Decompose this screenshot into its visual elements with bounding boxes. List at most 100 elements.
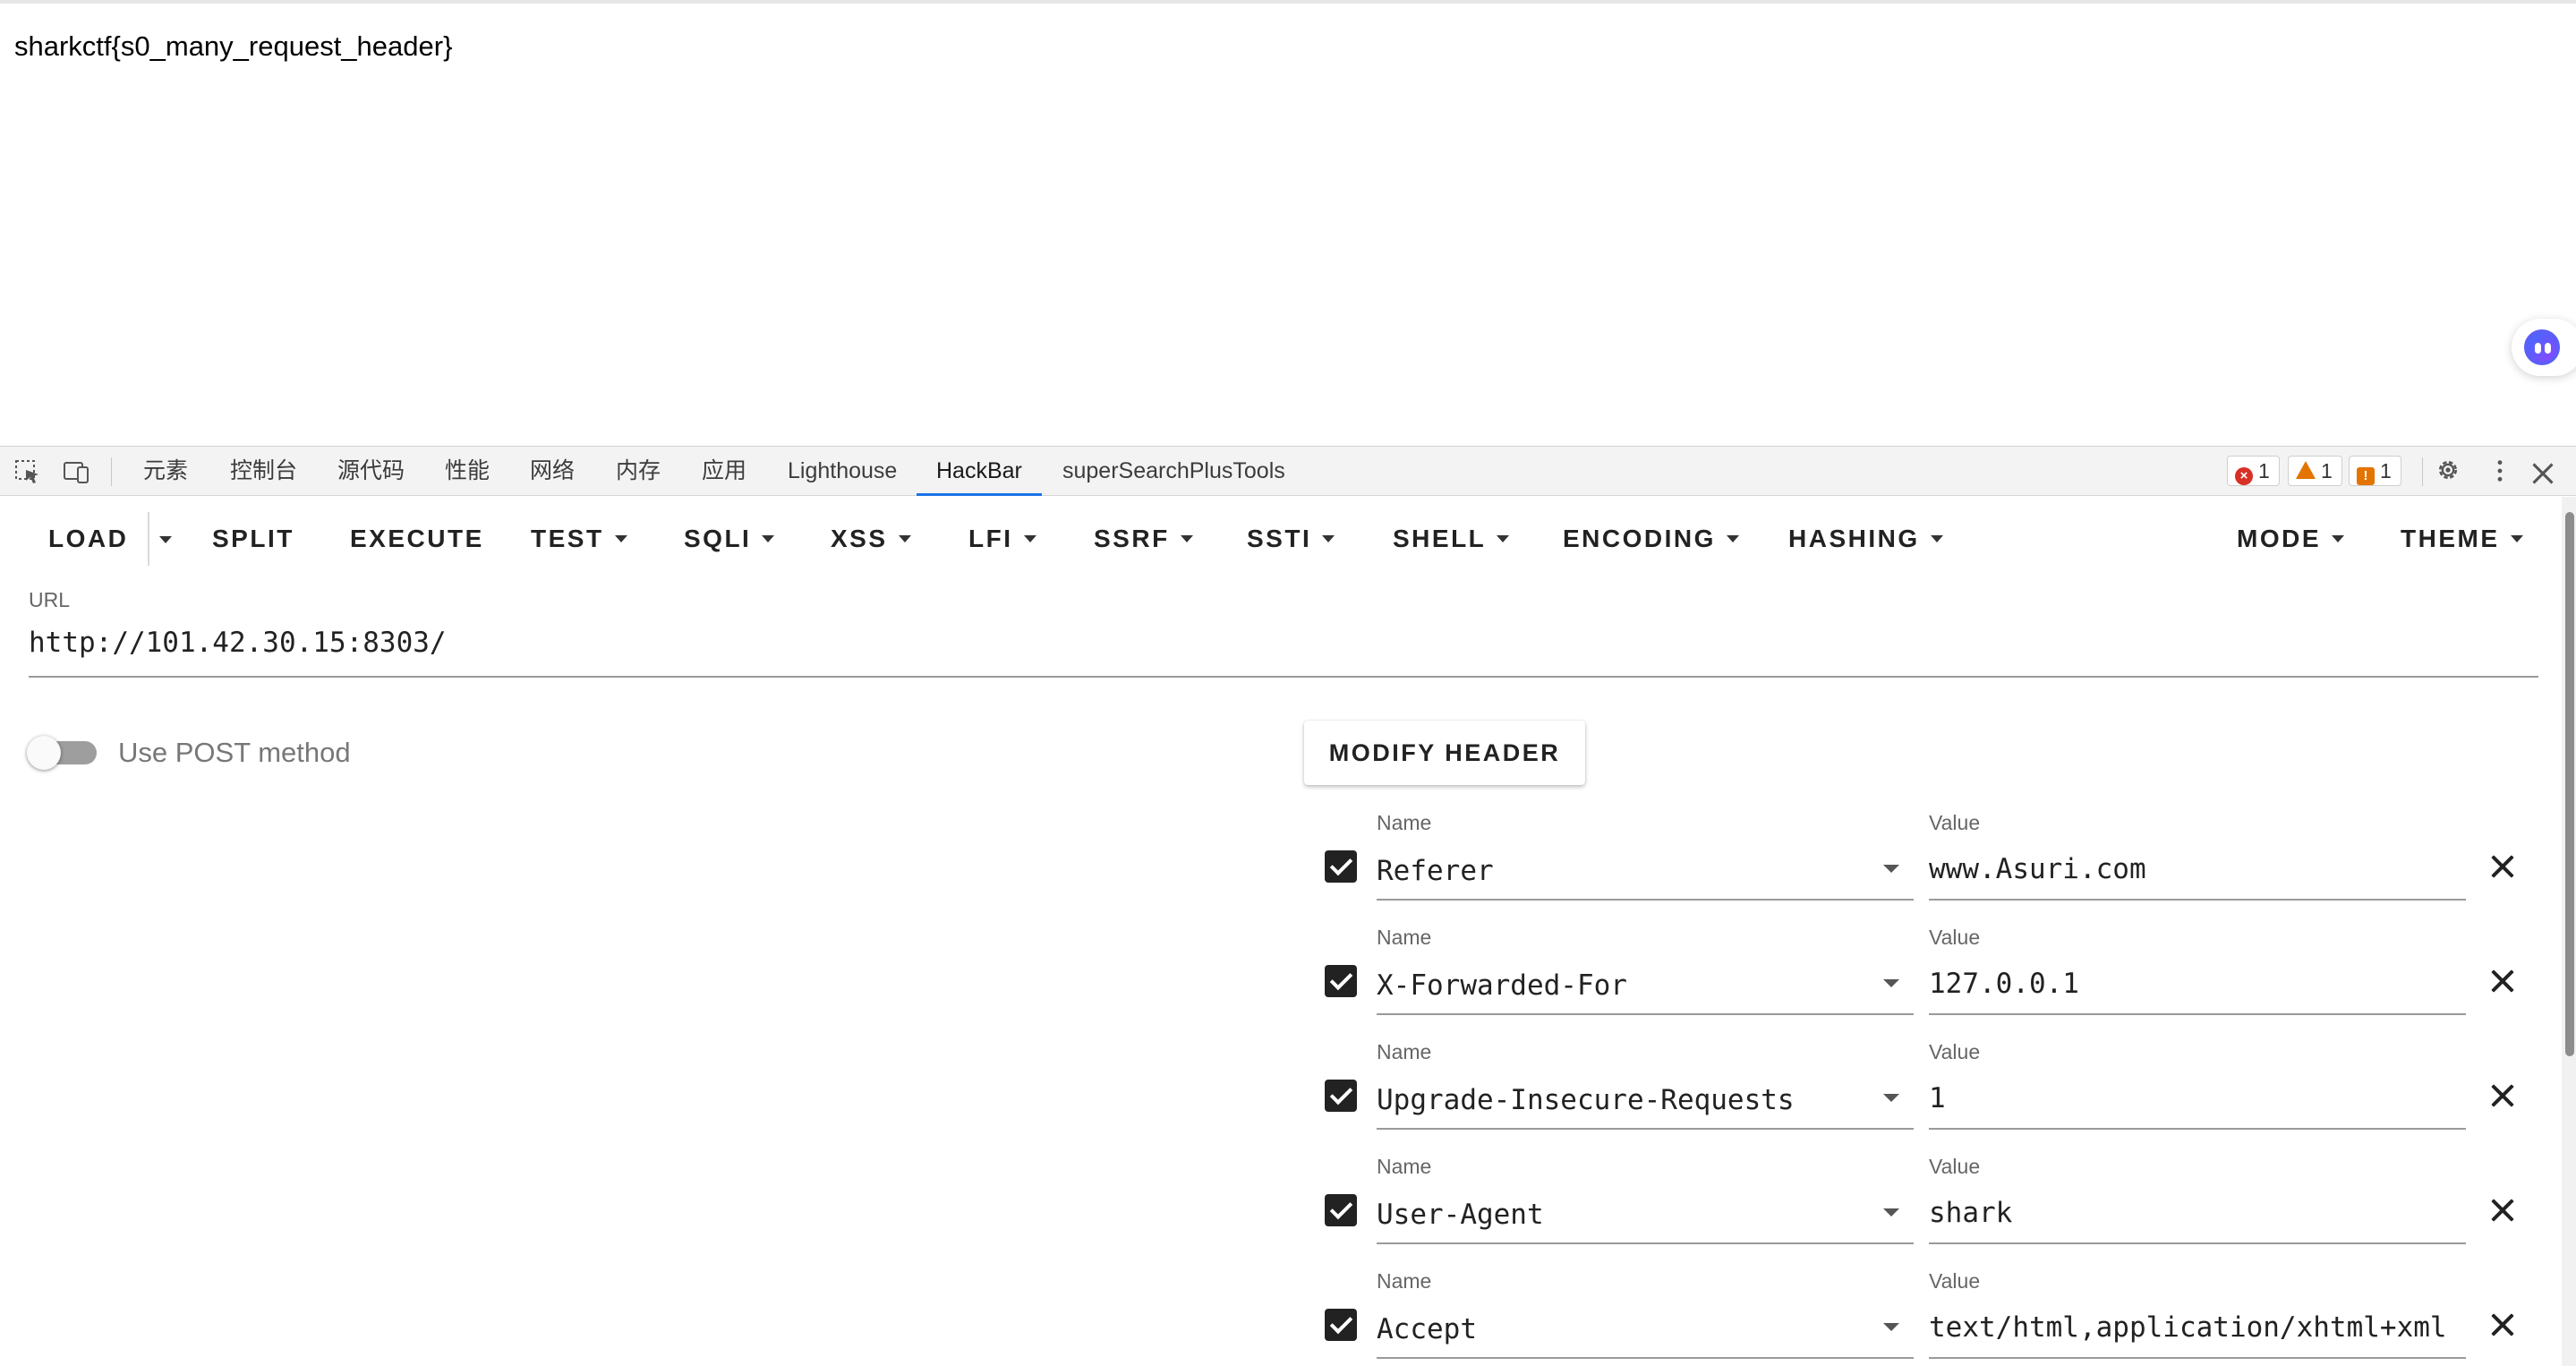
encoding-menu-button[interactable]: ENCODING	[1563, 520, 1739, 558]
tab-sources[interactable]: 源代码	[337, 447, 405, 496]
xss-menu-label: XSS	[831, 525, 888, 552]
close-icon[interactable]	[2529, 461, 2556, 486]
sqli-menu-label: SQLI	[684, 525, 752, 552]
header-name-underline	[1377, 1013, 1914, 1015]
chevron-down-icon	[614, 535, 627, 542]
remove-header-icon[interactable]	[2491, 969, 2514, 993]
tab-console[interactable]: 控制台	[230, 447, 297, 496]
warning-count: 1	[2321, 459, 2333, 482]
header-name-label: Name	[1377, 1269, 1432, 1293]
tab-network[interactable]: 网络	[530, 447, 575, 496]
tab-application[interactable]: 应用	[702, 447, 746, 496]
header-name-label: Name	[1377, 1155, 1432, 1178]
load-button[interactable]: LOAD	[48, 520, 128, 558]
issues-count-badge[interactable]: ! 1	[2349, 456, 2401, 486]
scrollbar-thumb[interactable]	[2565, 512, 2574, 1056]
chevron-down-icon[interactable]	[1883, 1208, 1899, 1217]
chevron-down-icon	[2510, 535, 2523, 542]
issues-count: 1	[2380, 459, 2392, 482]
header-enabled-checkbox[interactable]	[1325, 1309, 1357, 1341]
hashing-menu-label: HASHING	[1788, 525, 1920, 552]
header-value-input[interactable]: www.Asuri.com	[1929, 853, 2466, 885]
split-button[interactable]: SPLIT	[212, 520, 294, 558]
url-underline	[29, 676, 2538, 678]
chevron-down-icon	[1930, 535, 1943, 542]
chevron-down-icon	[898, 535, 911, 542]
header-value-input[interactable]: text/html,application/xhtml+xml	[1929, 1311, 2466, 1344]
header-value-underline	[1929, 1357, 2466, 1359]
inspect-element-icon[interactable]	[14, 459, 41, 484]
header-name-underline	[1377, 1357, 1914, 1359]
xss-menu-button[interactable]: XSS	[831, 520, 911, 558]
load-dropdown-caret-icon[interactable]	[159, 536, 172, 543]
header-value-input[interactable]: 1	[1929, 1082, 2466, 1114]
issue-icon: !	[2357, 467, 2375, 485]
remove-header-icon[interactable]	[2491, 855, 2514, 878]
header-value-underline	[1929, 1242, 2466, 1244]
post-method-toggle-knob[interactable]	[27, 736, 61, 770]
header-name-select[interactable]: X-Forwarded-For	[1377, 969, 1860, 1002]
tab-elements[interactable]: 元素	[143, 447, 188, 496]
header-value-input[interactable]: shark	[1929, 1197, 2466, 1229]
chevron-down-icon[interactable]	[1883, 1323, 1899, 1331]
header-value-label: Value	[1929, 926, 1981, 949]
shell-menu-label: SHELL	[1393, 525, 1487, 552]
header-enabled-checkbox[interactable]	[1325, 965, 1357, 997]
chevron-down-icon[interactable]	[1883, 1094, 1899, 1102]
remove-header-icon[interactable]	[2491, 1313, 2514, 1336]
hashing-menu-button[interactable]: HASHING	[1788, 520, 1943, 558]
sqli-menu-button[interactable]: SQLI	[684, 520, 775, 558]
header-value-underline	[1929, 899, 2466, 901]
tab-hackbar[interactable]: HackBar	[917, 447, 1042, 496]
header-value-label: Value	[1929, 811, 1981, 834]
test-menu-label: TEST	[531, 525, 604, 552]
error-count: 1	[2258, 459, 2270, 482]
theme-menu-label: THEME	[2401, 525, 2500, 552]
header-enabled-checkbox[interactable]	[1325, 1080, 1357, 1112]
mode-menu-button[interactable]: MODE	[2237, 520, 2344, 558]
header-value-label: Value	[1929, 1269, 1981, 1293]
chevron-down-icon	[1023, 535, 1036, 542]
tab-lighthouse[interactable]: Lighthouse	[788, 447, 897, 496]
lfi-menu-button[interactable]: LFI	[968, 520, 1036, 558]
chevron-down-icon	[762, 535, 775, 542]
assistant-float-button[interactable]	[2512, 319, 2576, 376]
chevron-down-icon[interactable]	[1883, 865, 1899, 873]
chevron-down-icon	[1180, 535, 1193, 542]
device-toolbar-icon[interactable]	[63, 459, 90, 484]
remove-header-icon[interactable]	[2491, 1199, 2514, 1222]
theme-menu-button[interactable]: THEME	[2401, 520, 2523, 558]
header-enabled-checkbox[interactable]	[1325, 850, 1357, 883]
header-name-select[interactable]: Accept	[1377, 1313, 1860, 1345]
header-name-select[interactable]: Upgrade-Insecure-Requests	[1377, 1084, 1860, 1116]
chevron-down-icon	[1497, 535, 1510, 542]
execute-button[interactable]: EXECUTE	[350, 520, 484, 558]
header-value-underline	[1929, 1013, 2466, 1015]
ssti-menu-label: SSTI	[1247, 525, 1312, 552]
lfi-menu-label: LFI	[968, 525, 1013, 552]
header-name-label: Name	[1377, 926, 1432, 949]
more-vertical-icon[interactable]	[2486, 458, 2513, 483]
chevron-down-icon[interactable]	[1883, 979, 1899, 987]
error-count-badge[interactable]: × 1	[2227, 456, 2280, 486]
ssrf-menu-button[interactable]: SSRF	[1094, 520, 1193, 558]
ssti-menu-button[interactable]: SSTI	[1247, 520, 1335, 558]
shell-menu-button[interactable]: SHELL	[1393, 520, 1510, 558]
tab-performance[interactable]: 性能	[445, 447, 490, 496]
header-value-underline	[1929, 1128, 2466, 1130]
hackbar-toolbar: LOAD SPLIT EXECUTE TEST SQLI XSS LFI SSR…	[0, 497, 2576, 579]
header-name-select[interactable]: User-Agent	[1377, 1199, 1860, 1231]
header-enabled-checkbox[interactable]	[1325, 1194, 1357, 1226]
modify-header-button[interactable]: MODIFY HEADER	[1304, 721, 1585, 785]
warning-count-badge[interactable]: 1	[2288, 456, 2342, 486]
tab-memory[interactable]: 内存	[616, 447, 661, 496]
error-icon: ×	[2235, 467, 2253, 485]
header-name-select[interactable]: Referer	[1377, 855, 1860, 887]
chevron-down-icon	[2332, 535, 2344, 542]
header-value-input[interactable]: 127.0.0.1	[1929, 968, 2466, 1000]
test-menu-button[interactable]: TEST	[531, 520, 627, 558]
tab-supersearchplustools[interactable]: superSearchPlusTools	[1062, 447, 1285, 496]
gear-icon[interactable]	[2435, 457, 2461, 482]
url-input[interactable]: http://101.42.30.15:8303/	[29, 627, 447, 659]
remove-header-icon[interactable]	[2491, 1084, 2514, 1107]
